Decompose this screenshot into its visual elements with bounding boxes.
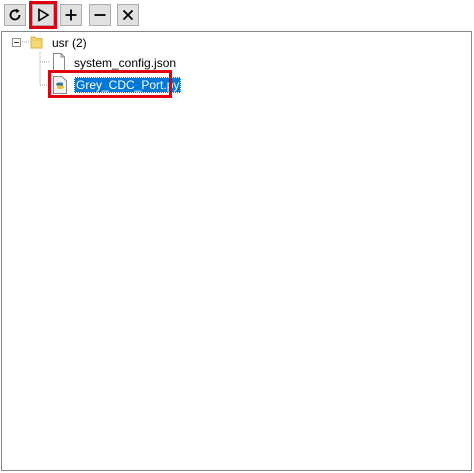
remove-button[interactable]	[89, 4, 111, 26]
python-file-icon	[52, 76, 68, 99]
refresh-button[interactable]	[4, 4, 26, 26]
tree-node-grey-cdc-port[interactable]: Grey_CDC_Port.py	[74, 77, 182, 93]
close-icon	[122, 9, 134, 21]
tree-node-usr[interactable]: usr (2)	[52, 35, 87, 51]
tree-node-system-config[interactable]: system_config.json	[74, 55, 176, 71]
run-button[interactable]	[29, 1, 57, 29]
play-icon	[38, 8, 50, 22]
file-browser-window: usr (2) system_config.json Grey_CDC_Port…	[0, 0, 474, 473]
collapse-toggle[interactable]	[12, 38, 21, 47]
file-tree[interactable]: usr (2) system_config.json Grey_CDC_Port…	[1, 31, 472, 471]
plus-icon	[65, 9, 77, 21]
file-icon	[52, 53, 66, 76]
minus-icon	[94, 14, 106, 16]
close-button[interactable]	[117, 4, 139, 26]
add-button[interactable]	[60, 4, 82, 26]
toolbar	[0, 0, 474, 30]
refresh-icon	[9, 8, 21, 21]
folder-icon	[30, 34, 44, 55]
